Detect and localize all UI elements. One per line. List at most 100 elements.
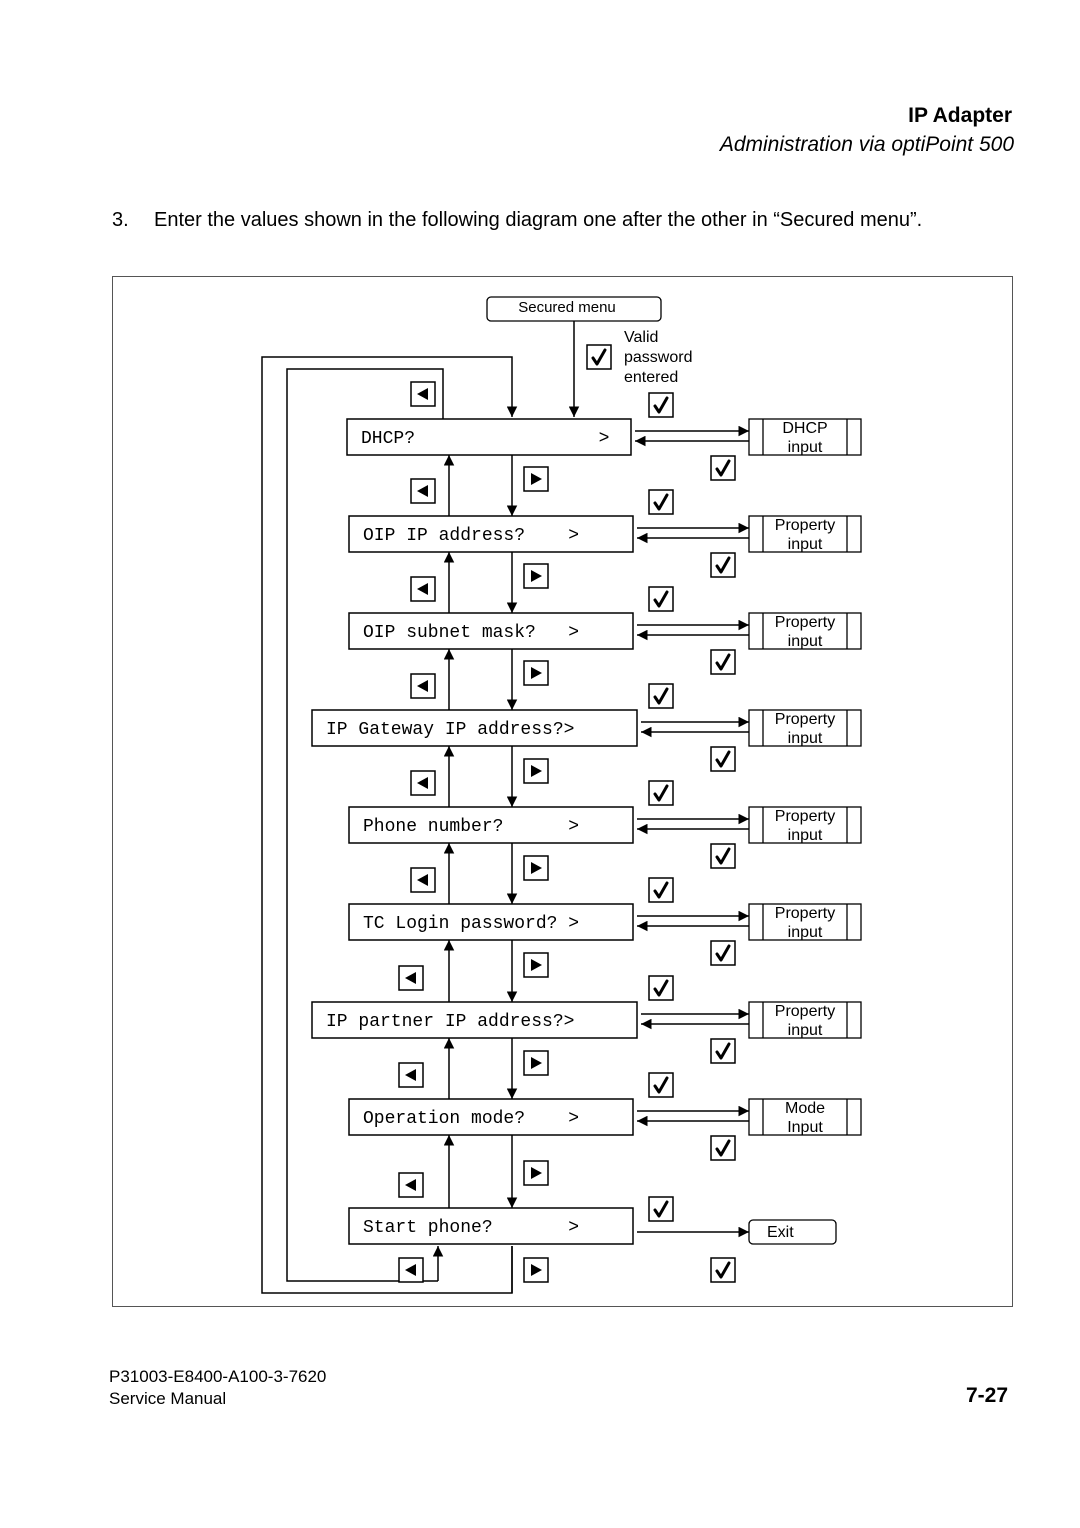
input-box-6: Property input: [748, 903, 862, 941]
checkmark-icon: [710, 746, 736, 772]
footer-page-number: 7-27: [965, 1384, 1008, 1407]
key-frame: [648, 975, 674, 1001]
menu-item-label: DHCP? >: [361, 429, 609, 449]
key-frame: [648, 392, 674, 418]
input-box-label: input: [788, 924, 823, 941]
input-box-label: Property: [775, 711, 835, 728]
input-box-label: Mode: [785, 1100, 825, 1117]
input-box-label: input: [788, 1022, 823, 1039]
menu-item-9: Start phone? >: [348, 1207, 634, 1245]
checkmark-icon: [586, 344, 612, 370]
right-arrow-key-icon: [523, 660, 549, 686]
left-arrow-key-icon: [398, 1257, 424, 1283]
input-box-2: Property input: [748, 515, 862, 553]
checkmark-icon: [710, 940, 736, 966]
checkmark-icon: [648, 392, 674, 418]
input-box-4: Property input: [748, 709, 862, 747]
checkmark-icon: [648, 1072, 674, 1098]
key-frame: [648, 586, 674, 612]
checkmark-icon: [710, 552, 736, 578]
checkmark-icon: [710, 843, 736, 869]
input-box-label: input: [788, 730, 823, 747]
menu-item-label: Operation mode? >: [363, 1109, 579, 1129]
input-box-label: input: [788, 633, 823, 650]
right-arrow-key-icon: [523, 758, 549, 784]
input-box-8: Mode Input: [748, 1098, 862, 1136]
exit-label: Exit: [767, 1224, 794, 1241]
input-box-label: Property: [775, 808, 835, 825]
menu-item-label: OIP subnet mask? >: [363, 623, 579, 643]
checkmark-icon: [648, 489, 674, 515]
menu-item-label: IP partner IP address?>: [326, 1012, 574, 1032]
input-box-label: Input: [787, 1119, 823, 1136]
start-box-label: Secured menu: [518, 299, 616, 316]
menu-item-1: DHCP? >: [346, 418, 632, 456]
left-arrow-key-icon: [410, 770, 436, 796]
key-frame: [586, 344, 612, 370]
input-box-label: Property: [775, 614, 835, 631]
header-title: IP Adapter: [908, 104, 1012, 127]
menu-item-6: TC Login password? >: [348, 903, 634, 941]
menu-item-label: OIP IP address? >: [363, 526, 579, 546]
checkmark-icon: [710, 1038, 736, 1064]
input-box-label: Property: [775, 905, 835, 922]
key-frame: [710, 1038, 736, 1064]
left-arrow-key-icon: [410, 478, 436, 504]
checkmark-icon: [710, 1257, 736, 1283]
left-arrow-key-icon: [410, 576, 436, 602]
step-text: Enter the values shown in the following …: [154, 209, 923, 231]
checkmark-icon: [648, 780, 674, 806]
checkmark-icon: [710, 1135, 736, 1161]
input-box-label: Property: [775, 517, 835, 534]
menu-item-2: OIP IP address? >: [348, 515, 634, 553]
input-box-label: Property: [775, 1003, 835, 1020]
input-box-5: Property input: [748, 806, 862, 844]
key-frame: [710, 1135, 736, 1161]
step-number: 3.: [112, 209, 129, 231]
start-condition-text: Valid: [624, 329, 658, 346]
key-frame: [710, 455, 736, 481]
left-arrow-key-icon: [398, 1172, 424, 1198]
checkmark-icon: [648, 877, 674, 903]
input-box-label: DHCP: [782, 420, 827, 437]
key-frame: [710, 746, 736, 772]
key-frame: [648, 683, 674, 709]
left-arrow-key-icon: [398, 1062, 424, 1088]
key-frame: [648, 489, 674, 515]
right-arrow-key-icon: [523, 1257, 549, 1283]
key-frame: [710, 1257, 736, 1283]
key-frame: [710, 843, 736, 869]
input-box-3: Property input: [748, 612, 862, 650]
left-arrow-key-icon: [398, 965, 424, 991]
checkmark-icon: [648, 683, 674, 709]
menu-item-label: Start phone? >: [363, 1218, 579, 1238]
start-condition-text: entered: [624, 369, 678, 386]
menu-item-5: Phone number? >: [348, 806, 634, 844]
header-subtitle: Administration via optiPoint 500: [719, 133, 1014, 156]
left-arrow-key-icon: [410, 867, 436, 893]
left-arrow-key-icon: [410, 673, 436, 699]
menu-item-4: IP Gateway IP address?>: [311, 709, 638, 747]
input-box-1: DHCP input: [748, 418, 862, 456]
right-arrow-key-icon: [523, 466, 549, 492]
menu-item-label: IP Gateway IP address?>: [326, 720, 574, 740]
input-box-label: input: [788, 439, 823, 456]
checkmark-icon: [648, 586, 674, 612]
key-frame: [710, 940, 736, 966]
checkmark-icon: [648, 1196, 674, 1222]
input-box-label: input: [788, 536, 823, 553]
input-box-label: input: [788, 827, 823, 844]
menu-item-3: OIP subnet mask? >: [348, 612, 634, 650]
key-frame: [648, 1196, 674, 1222]
key-frame: [648, 780, 674, 806]
key-frame: [710, 552, 736, 578]
right-arrow-key-icon: [523, 563, 549, 589]
footer-manual: Service Manual: [109, 1389, 227, 1408]
key-frame: [648, 1072, 674, 1098]
menu-flow-diagram: Secured menu Valid password entered DHCP? > D…: [261, 296, 862, 1294]
key-frame: [710, 649, 736, 675]
instruction-step: 3. Enter the values shown in the followin…: [112, 209, 922, 232]
right-arrow-key-icon: [523, 952, 549, 978]
menu-item-7: IP partner IP address?>: [311, 1001, 638, 1039]
checkmark-icon: [710, 455, 736, 481]
